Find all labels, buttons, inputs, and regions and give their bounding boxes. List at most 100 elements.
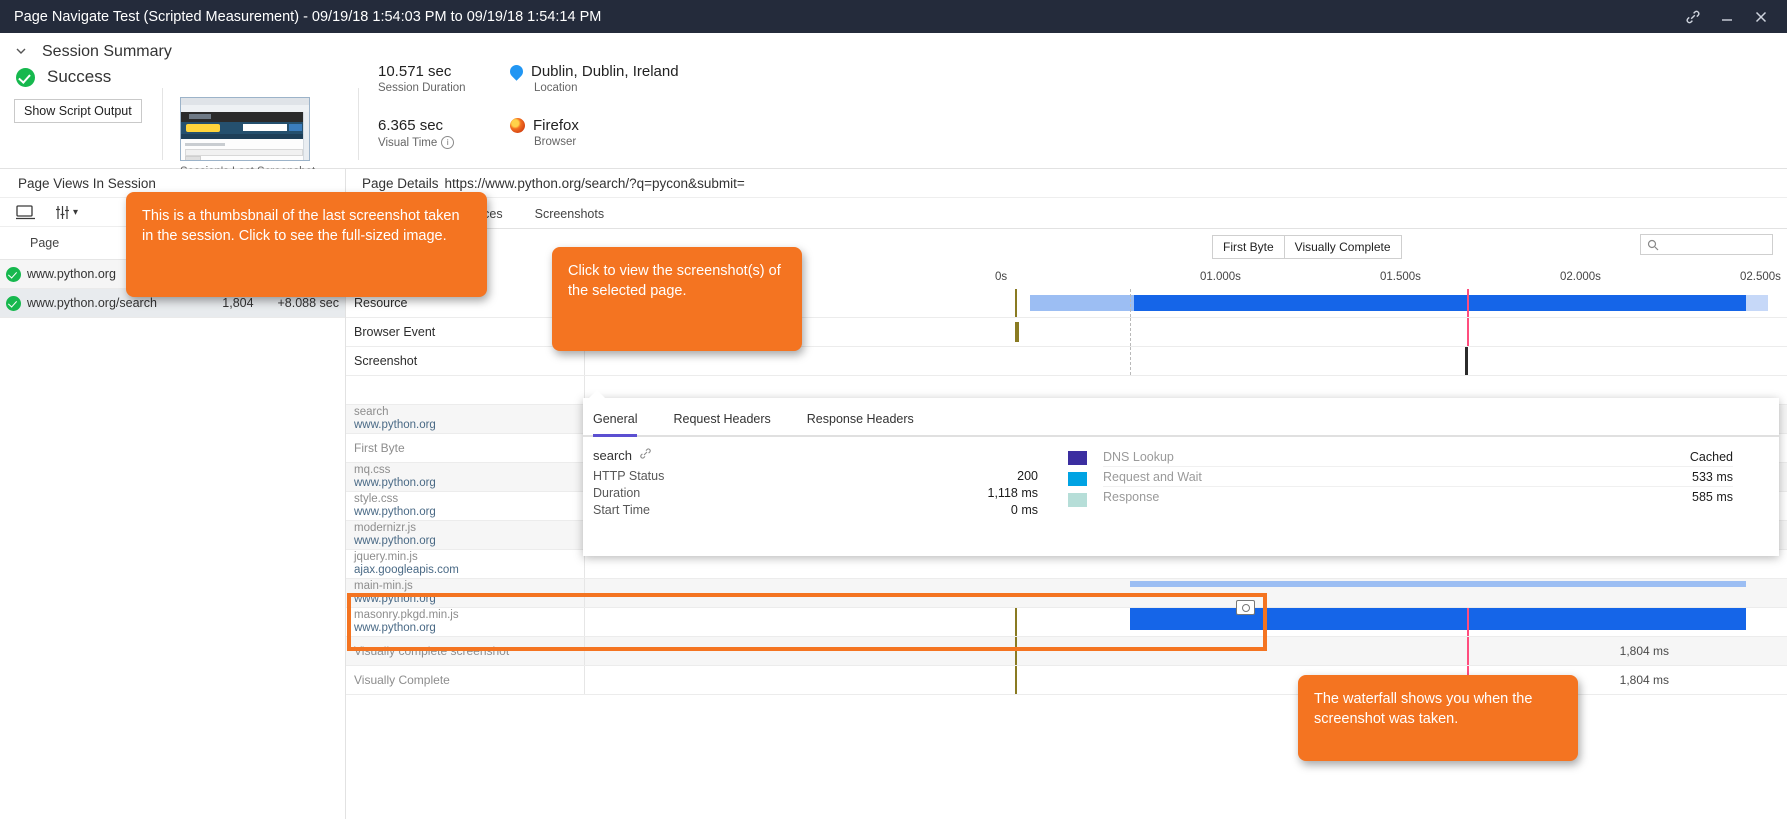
- callout-waterfall: The waterfall shows you when the screens…: [1298, 675, 1578, 761]
- detail-tab-request-headers[interactable]: Request Headers: [673, 412, 770, 435]
- waterfall-track: 1,804 ms: [585, 666, 1787, 694]
- column-header-page[interactable]: Page: [0, 236, 147, 250]
- group-label: Resource: [354, 296, 408, 310]
- camera-icon[interactable]: [1236, 600, 1255, 615]
- page-details-label: Page Details: [362, 175, 439, 191]
- search-input[interactable]: [1640, 234, 1773, 255]
- row-start: +8.088 sec: [277, 296, 339, 310]
- detail-body: search HTTP Status 200 Duration 1,118 ms…: [583, 437, 1779, 518]
- detail-key: HTTP Status: [593, 468, 665, 483]
- detail-key: Duration: [593, 485, 641, 500]
- page-details-tabs: Waterfall Resources Screenshots: [346, 198, 1787, 229]
- session-status-label: Success: [47, 67, 112, 86]
- axis-tick: 0s: [995, 271, 1008, 283]
- tab-screenshots[interactable]: Screenshots: [535, 207, 622, 228]
- detail-tab-response-headers[interactable]: Response Headers: [807, 412, 914, 435]
- detail-key: Request and Wait: [1103, 469, 1202, 484]
- legend-visually-complete[interactable]: Visually Complete: [1283, 236, 1401, 258]
- last-screenshot-thumbnail[interactable]: [180, 97, 310, 161]
- last-screenshot-thumbnail-wrap[interactable]: Session's Last Screenshot: [180, 97, 315, 178]
- detail-value: 533 ms: [1692, 469, 1733, 484]
- detail-value: 200: [1017, 468, 1038, 483]
- column-settings-icon[interactable]: ▾: [55, 205, 78, 220]
- detail-right-column: DNS Lookup Cached Request and Wait 533 m…: [1103, 447, 1733, 506]
- callout-thumbnail: This is a thumbsbnail of the last screen…: [126, 192, 487, 297]
- link-icon[interactable]: [1685, 9, 1701, 25]
- fact-location: Dublin, Dublin, Ireland Location: [507, 62, 679, 94]
- waterfall-track: [585, 608, 1787, 636]
- divider: [162, 88, 163, 160]
- success-check-icon: [16, 67, 35, 87]
- fact-browser: Firefox Browser: [510, 117, 579, 148]
- detail-tabs: General Request Headers Response Headers: [583, 398, 1779, 437]
- row-resource-name: Visually Complete: [354, 673, 450, 687]
- waterfall-row-visually-complete-screenshot[interactable]: Visually complete screenshot 1,804 ms: [346, 637, 1787, 666]
- device-desktop-icon[interactable]: [16, 204, 35, 220]
- row-resource-host: www.python.org: [354, 477, 436, 489]
- location-pin-icon: [507, 62, 526, 81]
- detail-value: 585 ms: [1692, 489, 1733, 504]
- row-page: www.python.org/search: [26, 296, 157, 310]
- fact-value: Firefox: [533, 117, 579, 134]
- legend-first-byte[interactable]: First Byte: [1213, 236, 1284, 258]
- detail-row: HTTP Status 200: [593, 467, 1038, 484]
- row-ms: 1,804 ms: [1619, 673, 1669, 687]
- resource-detail-popup: General Request Headers Response Headers…: [583, 390, 1779, 556]
- firefox-icon: [510, 118, 525, 133]
- detail-tab-general[interactable]: General: [593, 412, 638, 437]
- session-summary-header[interactable]: Session Summary: [0, 33, 1787, 61]
- row-ms: 1,804 ms: [1619, 644, 1669, 658]
- detail-value: 1,118 ms: [987, 485, 1039, 500]
- row-resource-name: masonry.pkgd.min.js: [354, 609, 459, 621]
- page-details-header: Page Details https://www.python.org/sear…: [346, 169, 1787, 198]
- session-summary-title: Session Summary: [42, 43, 172, 60]
- detail-row: Response 585 ms: [1103, 487, 1733, 506]
- waterfall-track: 1,804 ms: [585, 637, 1787, 665]
- row-resource-host: www.python.org: [354, 535, 436, 547]
- info-icon[interactable]: i: [441, 136, 455, 149]
- minimize-icon[interactable]: [1719, 9, 1735, 25]
- show-script-output-button[interactable]: Show Script Output: [14, 99, 142, 123]
- session-status: Success: [0, 61, 1787, 87]
- metric-label: Session Duration: [378, 82, 466, 94]
- detail-row: Start Time 0 ms: [593, 501, 1038, 518]
- detail-row: Duration 1,118 ms: [593, 484, 1038, 501]
- waterfall-group-row[interactable]: Screenshot: [346, 347, 1787, 376]
- fact-label: Browser: [534, 136, 577, 148]
- window-title: Page Navigate Test (Scripted Measurement…: [14, 8, 602, 25]
- axis-tick: 02.500s: [1740, 271, 1781, 283]
- callout-screenshots-tab: Click to view the screenshot(s) of the s…: [552, 247, 802, 351]
- detail-key: Response: [1103, 489, 1160, 504]
- link-icon[interactable]: [639, 447, 652, 463]
- group-label: Screenshot: [354, 354, 418, 368]
- fact-label: Location: [534, 82, 578, 94]
- row-success-icon: [0, 295, 27, 311]
- detail-value: Cached: [1689, 449, 1733, 464]
- row-resource-name: modernizr.js: [354, 522, 416, 534]
- axis-tick: 02.000s: [1560, 271, 1601, 283]
- window-titlebar: Page Navigate Test (Scripted Measurement…: [0, 0, 1787, 33]
- swatch-response: [1068, 493, 1087, 507]
- chevron-down-icon[interactable]: [14, 44, 28, 61]
- group-label: Browser Event: [354, 325, 436, 339]
- close-icon[interactable]: [1753, 9, 1769, 25]
- row-resource-host: www.python.org: [354, 593, 436, 605]
- detail-resource-name: search: [593, 447, 633, 463]
- metric-visual-time: 6.365 sec Visual Time i: [378, 117, 455, 149]
- waterfall-row[interactable]: main-min.js www.python.org: [346, 579, 1787, 608]
- waterfall-track: [585, 347, 1787, 375]
- row-resource-host: www.python.org: [354, 622, 436, 634]
- swatch-dns: [1068, 451, 1087, 465]
- row-resource-name: jquery.min.js: [354, 551, 418, 563]
- detail-value: 0 ms: [1010, 502, 1038, 517]
- session-summary-panel: Session Summary Success Show Script Outp…: [0, 33, 1787, 178]
- page-details-url[interactable]: https://www.python.org/search/?q=pycon&s…: [445, 176, 745, 191]
- row-resource-name: main-min.js: [354, 580, 413, 592]
- waterfall-legend: First Byte Visually Complete: [1212, 235, 1402, 259]
- row-size: 1,804: [222, 296, 254, 310]
- row-resource-name: mq.css: [354, 464, 391, 476]
- row-resource-name: First Byte: [354, 441, 405, 455]
- detail-timing-swatches: [1068, 451, 1087, 514]
- waterfall-row[interactable]: masonry.pkgd.min.js www.python.org: [346, 608, 1787, 637]
- row-resource-name: Visually complete screenshot: [354, 644, 510, 658]
